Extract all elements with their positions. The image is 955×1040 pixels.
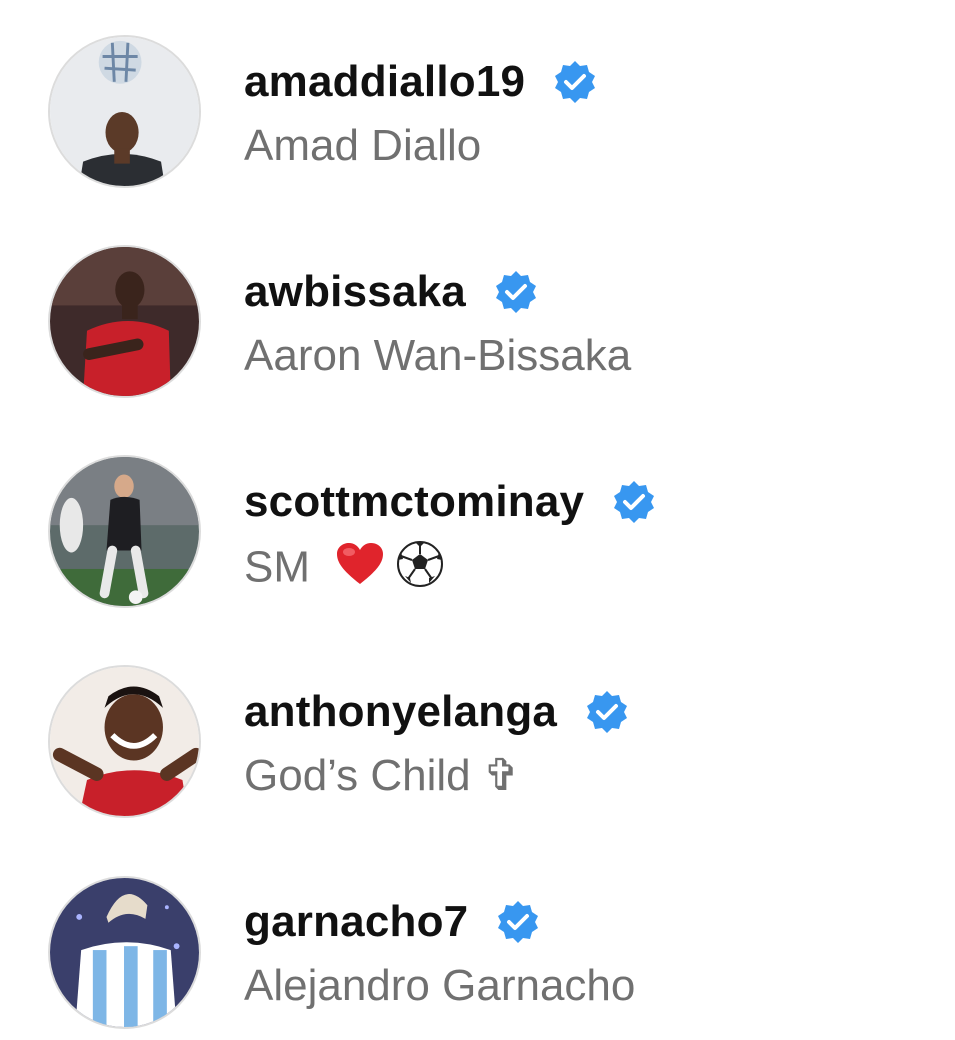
avatar[interactable] [48,455,201,608]
username[interactable]: garnacho7 [244,897,468,947]
list-item[interactable]: scottmctominay SM [0,420,955,620]
full-name: SM [244,540,444,592]
avatar[interactable] [48,665,201,818]
list-item[interactable]: anthonyelanga God’s Child ✞ [0,630,955,830]
username[interactable]: scottmctominay [244,477,584,527]
full-name: Amad Diallo [244,121,482,170]
username[interactable]: anthonyelanga [244,687,557,737]
verified-badge-icon [496,900,540,944]
verified-badge-icon [585,690,629,734]
account-list: amaddiallo19 Amad Diallo awbissaka Aaron… [0,0,955,1029]
verified-badge-icon [494,270,538,314]
profile-photo [50,247,199,396]
full-name: God’s Child ✞ [244,751,520,800]
red-heart-icon [336,542,384,598]
verified-badge-icon [612,480,656,524]
profile-photo [50,457,199,606]
avatar[interactable] [48,245,201,398]
list-item[interactable]: amaddiallo19 Amad Diallo [0,0,955,200]
soccer-ball-icon [396,540,444,600]
profile-photo [50,37,199,186]
list-item[interactable]: awbissaka Aaron Wan-Bissaka [0,210,955,410]
username[interactable]: amaddiallo19 [244,57,525,107]
profile-photo [50,667,199,816]
avatar[interactable] [48,35,201,188]
full-name: Alejandro Garnacho [244,961,636,1010]
full-name-text: SM [244,542,310,592]
avatar[interactable] [48,876,201,1029]
username[interactable]: awbissaka [244,267,466,317]
profile-photo [50,878,199,1027]
list-item[interactable]: garnacho7 Alejandro Garnacho [0,840,955,1040]
full-name: Aaron Wan-Bissaka [244,331,632,380]
verified-badge-icon [553,60,597,104]
